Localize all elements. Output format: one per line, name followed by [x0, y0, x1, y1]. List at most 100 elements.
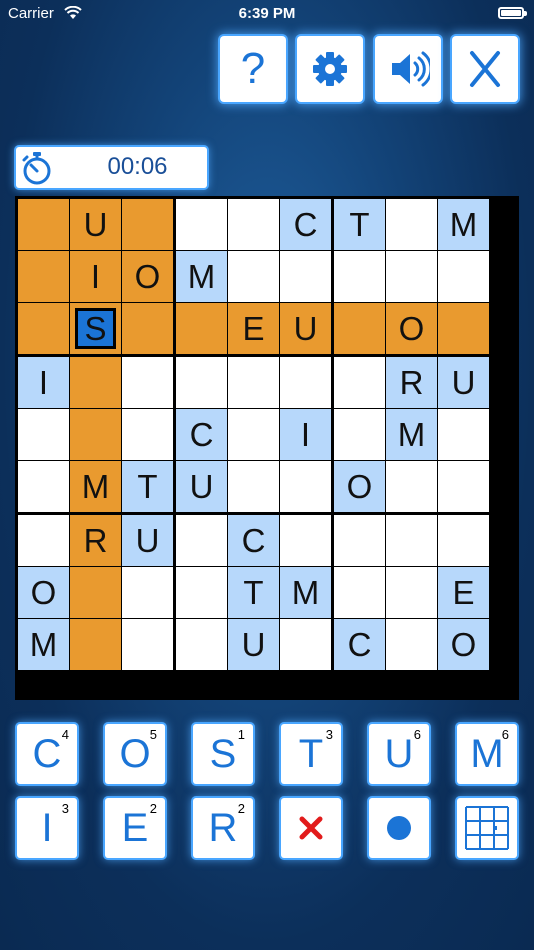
- board-cell[interactable]: [280, 357, 331, 408]
- board-cell[interactable]: R: [70, 515, 121, 566]
- board-cell[interactable]: M: [18, 619, 69, 670]
- board-cell[interactable]: C: [334, 619, 385, 670]
- close-button[interactable]: [452, 36, 518, 102]
- board-cell[interactable]: M: [280, 567, 331, 618]
- board-cell[interactable]: [280, 251, 331, 302]
- settings-button[interactable]: [297, 36, 363, 102]
- board-cell[interactable]: U: [70, 199, 121, 250]
- grid-button[interactable]: [457, 798, 517, 858]
- board-cell[interactable]: [176, 199, 227, 250]
- board-cell[interactable]: C: [176, 409, 227, 460]
- board-cell[interactable]: O: [18, 567, 69, 618]
- key-u[interactable]: U6: [369, 724, 429, 784]
- board-cell[interactable]: I: [280, 409, 331, 460]
- board-cell[interactable]: [438, 515, 489, 566]
- board-cell[interactable]: [122, 409, 173, 460]
- board-cell[interactable]: [228, 199, 279, 250]
- board-cell[interactable]: U: [176, 461, 227, 512]
- board-cell[interactable]: T: [334, 199, 385, 250]
- board-cell[interactable]: [176, 619, 227, 670]
- board-cell[interactable]: U: [280, 303, 331, 354]
- board-cell[interactable]: [438, 461, 489, 512]
- board-cell[interactable]: [70, 619, 121, 670]
- board-cell[interactable]: [334, 303, 385, 354]
- board-cell[interactable]: [18, 251, 69, 302]
- board-cell[interactable]: [70, 357, 121, 408]
- board-cell[interactable]: [438, 303, 489, 354]
- dot-icon: [387, 816, 411, 840]
- key-s[interactable]: S1: [193, 724, 253, 784]
- key-i[interactable]: I3: [17, 798, 77, 858]
- board-cell[interactable]: [334, 567, 385, 618]
- board-cell[interactable]: [122, 357, 173, 408]
- key-e[interactable]: E2: [105, 798, 165, 858]
- note-button[interactable]: [369, 798, 429, 858]
- key-count: 3: [61, 801, 69, 816]
- key-r[interactable]: R2: [193, 798, 253, 858]
- board-cell[interactable]: O: [334, 461, 385, 512]
- key-m[interactable]: M6: [457, 724, 517, 784]
- board-cell[interactable]: [122, 619, 173, 670]
- board-cell[interactable]: E: [438, 567, 489, 618]
- board-cell[interactable]: C: [228, 515, 279, 566]
- board-cell[interactable]: I: [18, 357, 69, 408]
- board-cell[interactable]: [176, 515, 227, 566]
- board-cell[interactable]: [386, 619, 437, 670]
- board-cell[interactable]: M: [70, 461, 121, 512]
- key-count: 5: [149, 727, 157, 742]
- sound-button[interactable]: [375, 36, 441, 102]
- board-cell[interactable]: O: [122, 251, 173, 302]
- board-cell[interactable]: [386, 461, 437, 512]
- board-cell[interactable]: M: [386, 409, 437, 460]
- board-cell[interactable]: [228, 409, 279, 460]
- board-cell[interactable]: [386, 515, 437, 566]
- board-cell[interactable]: [18, 409, 69, 460]
- board-cell[interactable]: U: [438, 357, 489, 408]
- board-cell[interactable]: [386, 567, 437, 618]
- board-cell[interactable]: T: [228, 567, 279, 618]
- key-t[interactable]: T3: [281, 724, 341, 784]
- key-c[interactable]: C4: [17, 724, 77, 784]
- board-cell[interactable]: [18, 199, 69, 250]
- board-cell[interactable]: [18, 303, 69, 354]
- board-cell[interactable]: [176, 567, 227, 618]
- board-cell[interactable]: M: [438, 199, 489, 250]
- board-cell[interactable]: U: [228, 619, 279, 670]
- erase-button[interactable]: [281, 798, 341, 858]
- board-cell[interactable]: [386, 251, 437, 302]
- board-cell[interactable]: [70, 409, 121, 460]
- board-cell[interactable]: [18, 461, 69, 512]
- board-cell[interactable]: [176, 357, 227, 408]
- board-cell[interactable]: [228, 461, 279, 512]
- board-cell[interactable]: U: [122, 515, 173, 566]
- board-cell[interactable]: [280, 515, 331, 566]
- board-cell[interactable]: [122, 567, 173, 618]
- board-cell[interactable]: [334, 251, 385, 302]
- help-button[interactable]: ?: [220, 36, 286, 102]
- key-o[interactable]: O5: [105, 724, 165, 784]
- board-cell[interactable]: C: [280, 199, 331, 250]
- board-cell[interactable]: [228, 251, 279, 302]
- board-cell[interactable]: R: [386, 357, 437, 408]
- board-cell[interactable]: [280, 461, 331, 512]
- board-cell[interactable]: [386, 199, 437, 250]
- board-cell[interactable]: [334, 409, 385, 460]
- board-cell[interactable]: [70, 567, 121, 618]
- board-cell[interactable]: I: [70, 251, 121, 302]
- board-cell[interactable]: [280, 619, 331, 670]
- board-cell[interactable]: [228, 357, 279, 408]
- board-cell[interactable]: [334, 515, 385, 566]
- board-cell[interactable]: O: [438, 619, 489, 670]
- board-cell[interactable]: [438, 409, 489, 460]
- board-cell[interactable]: E: [228, 303, 279, 354]
- board-cell[interactable]: O: [386, 303, 437, 354]
- board-cell[interactable]: [122, 199, 173, 250]
- board-cell-selected[interactable]: S: [70, 303, 121, 354]
- board-cell[interactable]: [438, 251, 489, 302]
- board-cell[interactable]: [176, 303, 227, 354]
- board-cell[interactable]: T: [122, 461, 173, 512]
- board-cell[interactable]: [122, 303, 173, 354]
- board-cell[interactable]: [18, 515, 69, 566]
- board-cell[interactable]: [334, 357, 385, 408]
- board-cell[interactable]: M: [176, 251, 227, 302]
